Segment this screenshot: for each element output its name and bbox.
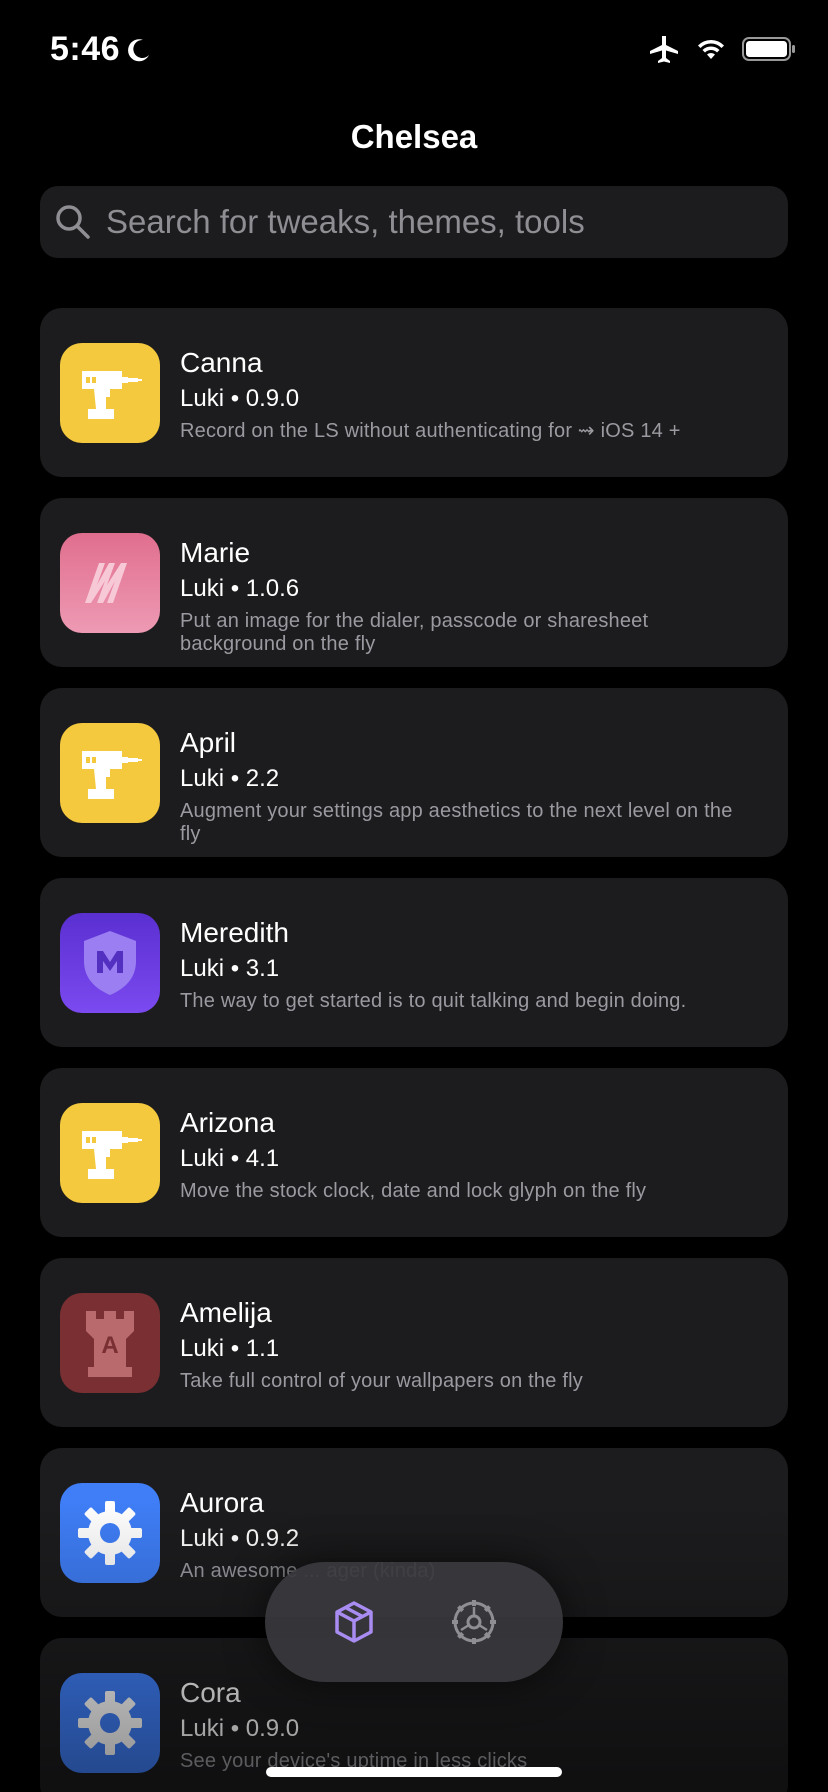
package-name: Canna — [180, 347, 263, 378]
package-name: Amelija — [180, 1297, 272, 1328]
package-card-meredith[interactable]: Meredith Luki • 3.1 The way to get start… — [40, 878, 788, 1047]
home-indicator — [266, 1767, 562, 1777]
package-meta: Luki • 0.9.0 — [180, 385, 300, 412]
package-meta: Luki • 1.1 — [180, 1335, 280, 1362]
search-bar[interactable] — [40, 186, 788, 258]
settings-icon — [452, 1600, 496, 1644]
package-name: April — [180, 727, 237, 758]
package-meta: Luki • 4.1 — [180, 1145, 280, 1172]
package-description: The way to get started is to quit talkin… — [180, 990, 687, 1012]
package-card-canna[interactable]: Canna Luki • 0.9.0 Record on the LS with… — [40, 308, 788, 477]
shield-m-icon — [60, 913, 160, 1013]
package-description: Take full control of your wallpapers on … — [180, 1370, 583, 1392]
moon-icon — [128, 38, 150, 61]
gear-icon — [60, 1673, 160, 1773]
package-description: Record on the LS without authenticating … — [180, 420, 681, 442]
package-meta: Luki • 0.9.0 — [180, 1715, 300, 1742]
package-name: Meredith — [180, 917, 289, 948]
search-input[interactable] — [106, 203, 746, 241]
package-meta: Luki • 2.2 — [180, 765, 280, 792]
package-card-marie[interactable]: Marie Luki • 1.0.6 Put an image for the … — [40, 498, 788, 667]
package-meta: Luki • 1.0.6 — [180, 575, 300, 602]
tower-icon: A — [60, 1293, 160, 1393]
gear-icon — [60, 1483, 160, 1583]
package-card-april[interactable]: April Luki • 2.2 Augment your settings a… — [40, 688, 788, 857]
package-name: Arizona — [180, 1107, 275, 1138]
drill-icon — [60, 723, 160, 823]
package-card-arizona[interactable]: Arizona Luki • 4.1 Move the stock clock,… — [40, 1068, 788, 1237]
battery-icon — [742, 37, 795, 61]
package-description: Put an image for the dialer, passcode or… — [180, 610, 649, 655]
wifi-icon — [698, 39, 724, 59]
search-icon — [56, 205, 90, 239]
status-bar: 5:46 — [0, 0, 828, 100]
drill-icon — [60, 343, 160, 443]
drill-icon — [60, 1103, 160, 1203]
package-meta: Luki • 0.9.2 — [180, 1525, 300, 1552]
tab-settings[interactable] — [449, 1597, 499, 1647]
svg-text:A: A — [101, 1332, 118, 1359]
package-card-amelija[interactable]: A Amelija Luki • 1.1 Take full control o… — [40, 1258, 788, 1427]
package-name: Aurora — [180, 1487, 265, 1518]
page-title: Chelsea — [350, 118, 478, 155]
airplane-icon — [650, 36, 678, 63]
package-meta: Luki • 3.1 — [180, 955, 280, 982]
marie-logo-icon — [60, 533, 160, 633]
package-description: Augment your settings app aesthetics to … — [180, 800, 733, 845]
package-name: Marie — [180, 537, 251, 568]
status-time: 5:46 — [50, 30, 121, 68]
tab-packages[interactable] — [329, 1597, 379, 1647]
package-description: Move the stock clock, date and lock glyp… — [180, 1180, 647, 1202]
package-icon — [335, 1601, 373, 1643]
floating-tab-bar — [265, 1562, 563, 1682]
